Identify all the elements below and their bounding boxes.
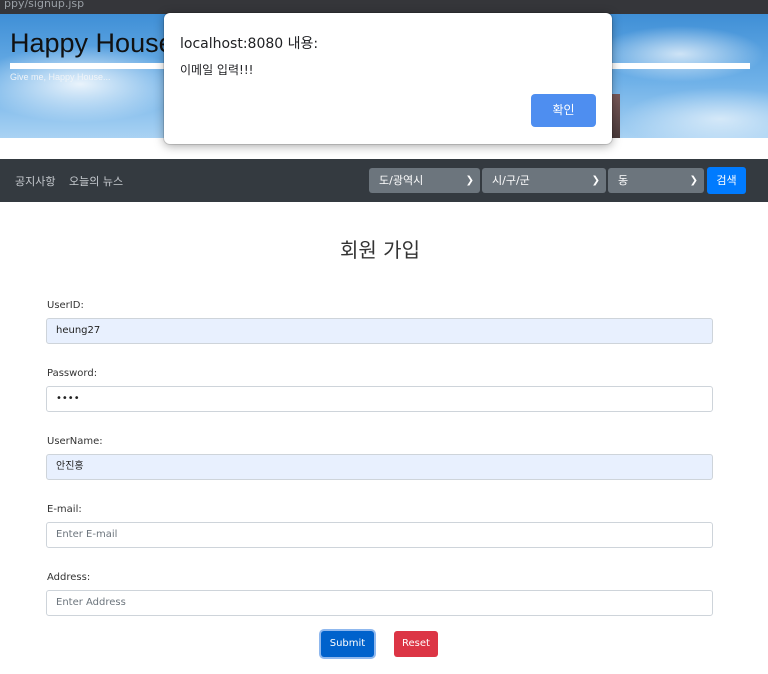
- nav-link-notice[interactable]: 공지사항: [15, 173, 55, 189]
- url-text: ppy/signup.jsp: [4, 0, 85, 10]
- select-province[interactable]: 도/광역시 ❯: [369, 168, 480, 193]
- address-label: Address:: [47, 572, 91, 583]
- select-city[interactable]: 시/구/군 ❯: [482, 168, 606, 193]
- chevron-down-icon: ❯: [689, 175, 698, 186]
- reset-button[interactable]: Reset: [394, 631, 438, 657]
- userid-label: UserID:: [47, 300, 84, 311]
- site-subtitle: Give me, Happy House...: [10, 72, 111, 82]
- chevron-down-icon: ❯: [465, 175, 474, 186]
- search-button[interactable]: 검색: [707, 167, 746, 194]
- alert-title: localhost:8080 내용:: [180, 36, 319, 52]
- header-tower-image: [612, 94, 620, 138]
- select-dong[interactable]: 동 ❯: [608, 168, 704, 193]
- site-title: Happy House: [10, 28, 174, 58]
- page-title: 회원 가입: [340, 238, 420, 262]
- browser-url-bar[interactable]: ppy/signup.jsp: [0, 0, 768, 14]
- select-city-value: 시/구/군: [492, 174, 530, 187]
- chevron-down-icon: ❯: [591, 175, 600, 186]
- email-input[interactable]: Enter E-mail: [46, 522, 713, 548]
- password-label: Password:: [47, 368, 98, 379]
- username-input[interactable]: 안진홍: [46, 454, 713, 480]
- userid-input[interactable]: heung27: [46, 318, 713, 344]
- email-label: E-mail:: [47, 504, 82, 515]
- select-dong-value: 동: [618, 174, 629, 187]
- navbar: 공지사항 오늘의 뉴스 도/광역시 ❯ 시/구/군 ❯ 동 ❯ 검색: [0, 159, 768, 202]
- alert-dialog: localhost:8080 내용: 이메일 입력!!! 확인: [164, 13, 612, 144]
- submit-button[interactable]: Submit: [321, 631, 374, 657]
- alert-ok-button[interactable]: 확인: [531, 94, 596, 127]
- username-label: UserName:: [47, 436, 103, 447]
- alert-message: 이메일 입력!!!: [180, 63, 254, 77]
- address-input[interactable]: Enter Address: [46, 590, 713, 616]
- nav-link-news[interactable]: 오늘의 뉴스: [69, 173, 123, 189]
- password-input[interactable]: ••••: [46, 386, 713, 412]
- select-province-value: 도/광역시: [379, 174, 424, 187]
